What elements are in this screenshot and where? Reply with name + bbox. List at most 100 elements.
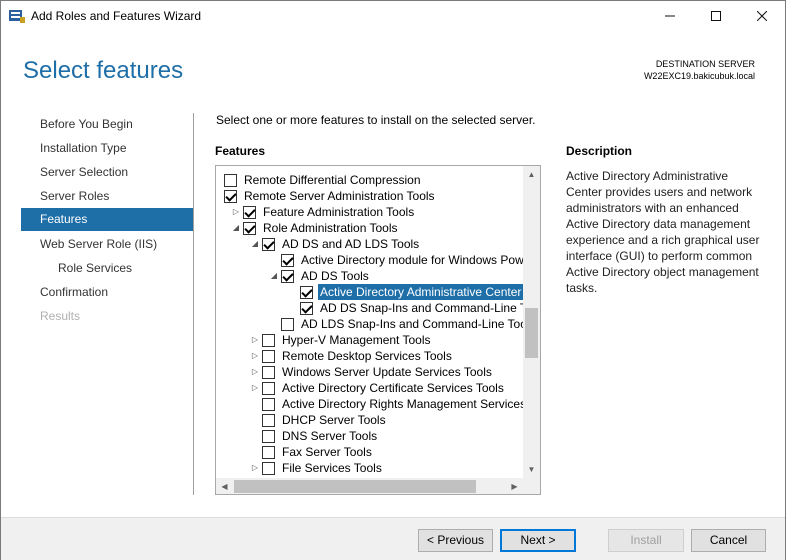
tree-row[interactable]: DNS Server Tools: [216, 428, 523, 444]
tree-row[interactable]: Active Directory Rights Management Servi…: [216, 396, 523, 412]
feature-label: File Services Tools: [282, 461, 382, 475]
nav-item-confirmation[interactable]: Confirmation: [21, 281, 193, 304]
feature-label: Remote Differential Compression: [244, 173, 421, 187]
tree-row[interactable]: DHCP Server Tools: [216, 412, 523, 428]
nav-item-server-selection[interactable]: Server Selection: [21, 161, 193, 184]
tree-row[interactable]: Remote Differential Compression: [216, 172, 523, 188]
feature-checkbox[interactable]: [300, 302, 313, 315]
feature-label: DNS Server Tools: [282, 429, 378, 443]
feature-label: Active Directory Rights Management Servi…: [282, 397, 523, 411]
minimize-button[interactable]: [647, 1, 693, 31]
description-heading: Description: [566, 144, 633, 158]
feature-label: AD LDS Snap-Ins and Command-Line Tools: [301, 317, 523, 331]
nav-item-before-you-begin[interactable]: Before You Begin: [21, 113, 193, 136]
tree-row[interactable]: ▷ Remote Desktop Services Tools: [216, 348, 523, 364]
tree-row[interactable]: ◢ Role Administration Tools: [216, 220, 523, 236]
expand-arrow-icon[interactable]: ▷: [250, 461, 260, 475]
feature-checkbox[interactable]: [262, 414, 275, 427]
nav-divider: [193, 113, 194, 495]
feature-checkbox[interactable]: [262, 430, 275, 443]
expand-arrow-icon[interactable]: ▷: [250, 333, 260, 347]
feature-label: Fax Server Tools: [282, 445, 372, 459]
maximize-button[interactable]: [693, 1, 739, 31]
next-button[interactable]: Next >: [500, 529, 576, 552]
tree-row[interactable]: Fax Server Tools: [216, 444, 523, 460]
tree-row[interactable]: AD DS Snap-Ins and Command-Line Tools: [216, 300, 523, 316]
feature-checkbox[interactable]: [281, 254, 294, 267]
expand-arrow-icon[interactable]: ▷: [231, 205, 241, 219]
feature-label: Feature Administration Tools: [263, 205, 415, 219]
collapse-arrow-icon[interactable]: ◢: [250, 237, 260, 251]
feature-checkbox[interactable]: [281, 270, 294, 283]
wizard-footer: < Previous Next > Install Cancel: [1, 517, 785, 560]
close-icon: [757, 11, 767, 21]
feature-label: Role Administration Tools: [263, 221, 398, 235]
feature-checkbox[interactable]: [262, 238, 275, 251]
tree-row[interactable]: ▷ Active Directory Certificate Services T…: [216, 380, 523, 396]
expand-arrow-icon[interactable]: ▷: [250, 365, 260, 379]
feature-label: Active Directory module for Windows Powe…: [301, 253, 523, 267]
scroll-left-icon[interactable]: ◀: [216, 478, 233, 494]
cancel-button[interactable]: Cancel: [691, 529, 766, 552]
expand-arrow-icon[interactable]: ▷: [250, 381, 260, 395]
feature-checkbox[interactable]: [262, 462, 275, 475]
features-tree[interactable]: Remote Differential Compression Remote Se…: [215, 165, 541, 495]
tree-row[interactable]: ▷ File Services Tools: [216, 460, 523, 476]
tree-row[interactable]: Remote Server Administration Tools: [216, 188, 523, 204]
feature-label: AD DS Tools: [301, 269, 369, 283]
feature-label: Hyper-V Management Tools: [282, 333, 431, 347]
feature-checkbox[interactable]: [262, 446, 275, 459]
scroll-up-icon[interactable]: ▲: [523, 166, 540, 183]
features-heading: Features: [215, 144, 266, 158]
destination-server-name: W22EXC19.bakicubuk.local: [643, 71, 755, 81]
feature-checkbox[interactable]: [262, 382, 275, 395]
page-title: Select features: [23, 57, 184, 84]
feature-label: Windows Server Update Services Tools: [282, 365, 492, 379]
nav-item-installation-type[interactable]: Installation Type: [21, 137, 193, 160]
nav-item-server-roles[interactable]: Server Roles: [21, 185, 193, 208]
feature-label: AD DS and AD LDS Tools: [282, 237, 420, 251]
feature-checkbox[interactable]: [224, 174, 237, 187]
feature-checkbox[interactable]: [300, 286, 313, 299]
tree-row[interactable]: ▷ Hyper-V Management Tools: [216, 332, 523, 348]
description-text: Active Directory Administrative Center p…: [566, 169, 760, 295]
feature-checkbox[interactable]: [262, 398, 275, 411]
vertical-scroll-thumb[interactable]: [525, 308, 538, 358]
tree-row[interactable]: ▷ Windows Server Update Services Tools: [216, 364, 523, 380]
tree-row[interactable]: Active Directory Administrative Center: [216, 284, 523, 300]
feature-checkbox[interactable]: [262, 334, 275, 347]
feature-checkbox[interactable]: [224, 190, 237, 203]
feature-label: Remote Desktop Services Tools: [282, 349, 452, 363]
collapse-arrow-icon[interactable]: ◢: [269, 269, 279, 283]
collapse-arrow-icon[interactable]: ◢: [231, 221, 241, 235]
previous-button[interactable]: < Previous: [418, 529, 493, 552]
server-manager-icon: [9, 10, 25, 23]
feature-label: Remote Server Administration Tools: [244, 189, 435, 203]
feature-checkbox[interactable]: [262, 366, 275, 379]
minimize-icon: [665, 15, 675, 17]
window-title: Add Roles and Features Wizard: [31, 9, 202, 23]
feature-checkbox[interactable]: [243, 206, 256, 219]
horizontal-scrollbar[interactable]: ◀ ▶: [216, 478, 523, 494]
tree-row[interactable]: ▷ Feature Administration Tools: [216, 204, 523, 220]
tree-row[interactable]: ◢ AD DS and AD LDS Tools: [216, 236, 523, 252]
tree-row[interactable]: Active Directory module for Windows Powe…: [216, 252, 523, 268]
feature-label: DHCP Server Tools: [282, 413, 386, 427]
feature-checkbox[interactable]: [262, 350, 275, 363]
scroll-right-icon[interactable]: ▶: [506, 478, 523, 494]
expand-arrow-icon[interactable]: ▷: [250, 349, 260, 363]
feature-checkbox[interactable]: [281, 318, 294, 331]
feature-label: Active Directory Administrative Center: [318, 284, 523, 300]
vertical-scrollbar[interactable]: ▲ ▼: [523, 166, 540, 478]
nav-item-features[interactable]: Features: [21, 208, 193, 231]
horizontal-scroll-thumb[interactable]: [234, 480, 476, 493]
close-button[interactable]: [739, 1, 785, 31]
destination-server-label: DESTINATION SERVER: [655, 59, 755, 69]
nav-item-results: Results: [40, 309, 81, 323]
feature-checkbox[interactable]: [243, 222, 256, 235]
nav-item-web-server-role[interactable]: Web Server Role (IIS): [21, 233, 193, 256]
tree-row[interactable]: AD LDS Snap-Ins and Command-Line Tools: [216, 316, 523, 332]
nav-item-role-services[interactable]: Role Services: [21, 257, 193, 280]
tree-row[interactable]: ◢ AD DS Tools: [216, 268, 523, 284]
scroll-down-icon[interactable]: ▼: [523, 461, 540, 478]
